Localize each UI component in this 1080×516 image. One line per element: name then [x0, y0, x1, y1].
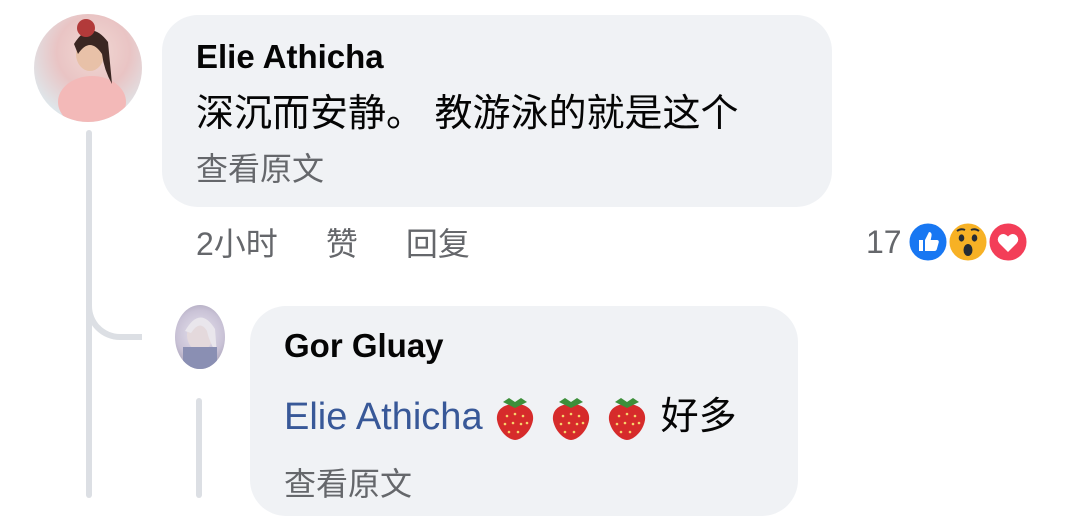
reaction-count: 17	[866, 223, 902, 260]
avatar[interactable]	[34, 14, 142, 122]
mention-link[interactable]: Elie Athicha	[284, 392, 483, 442]
reply-text: Elie Athicha 好多	[284, 392, 737, 442]
wow-icon	[946, 220, 990, 264]
comment-actions: 2小时 赞 回复	[196, 222, 518, 262]
reply-author[interactable]: Gor Gluay	[284, 326, 444, 366]
like-button[interactable]: 赞	[326, 219, 358, 265]
reply-message: 好多	[660, 396, 737, 438]
reply-avatar-image	[183, 317, 217, 369]
like-icon	[906, 220, 950, 264]
comment-author[interactable]: Elie Athicha	[196, 37, 384, 77]
reply-avatar[interactable]	[175, 305, 225, 369]
reply-see-original-link[interactable]: 查看原文	[284, 464, 412, 504]
reply-bubble: Gor Gluay Elie Athicha 好多 查看原文	[250, 306, 798, 516]
avatar-image	[58, 19, 126, 122]
comment-timestamp[interactable]: 2小时	[196, 219, 278, 265]
reply-button[interactable]: 回复	[406, 219, 470, 265]
comment-text: 深沉而安静。 教游泳的就是这个	[196, 93, 739, 135]
reply-thread-line	[196, 398, 202, 498]
strawberry-icon	[496, 398, 533, 440]
comment-bubble: Elie Athicha 深沉而安静。 教游泳的就是这个 查看原文	[162, 15, 832, 207]
strawberry-icon	[552, 398, 589, 440]
see-original-link[interactable]: 查看原文	[196, 149, 324, 189]
strawberry-icon	[608, 398, 645, 440]
reaction-summary[interactable]: 17	[866, 219, 1030, 265]
thread-branch-line	[86, 270, 142, 340]
love-icon	[986, 220, 1030, 264]
